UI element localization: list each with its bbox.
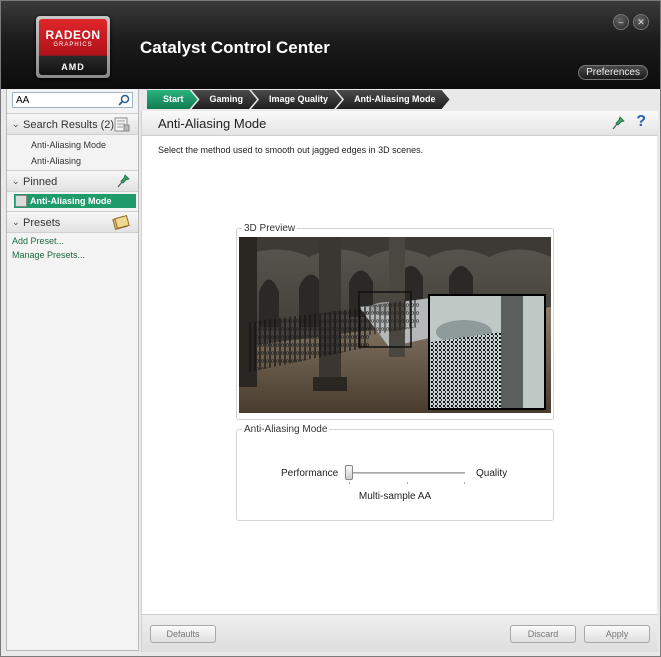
apply-button[interactable]: Apply: [584, 625, 650, 643]
preview-group: 3D Preview: [236, 223, 554, 420]
sidebar: ⌄ Search Results (2) Anti-Aliasing Mode …: [6, 89, 139, 651]
main-content: Anti-Aliasing Mode ? Select the method u…: [141, 111, 658, 652]
manage-presets-link[interactable]: Manage Presets...: [12, 250, 85, 260]
breadcrumb-image-quality[interactable]: Image Quality: [251, 90, 342, 109]
breadcrumb-start[interactable]: Start: [147, 90, 198, 109]
pin-icon[interactable]: [611, 116, 625, 131]
search-result-item[interactable]: Anti-Aliasing: [31, 156, 81, 166]
aa-group-label: Anti-Aliasing Mode: [242, 424, 330, 435]
pinned-label: Pinned: [23, 176, 58, 188]
chevron-down-icon: ⌄: [12, 176, 20, 186]
pin-icon: [117, 174, 130, 188]
monitor-icon: [15, 195, 27, 207]
3d-preview-image: [239, 237, 551, 413]
search-box[interactable]: [12, 92, 133, 108]
pinned-item-label: Anti-Aliasing Mode: [30, 196, 112, 206]
help-icon[interactable]: ?: [636, 113, 646, 131]
logo-text-amd: AMD: [61, 62, 85, 72]
page-description: Select the method used to smooth out jag…: [158, 145, 424, 155]
breadcrumb-gaming[interactable]: Gaming: [192, 90, 258, 109]
logo-text-graphics: GRAPHICS: [53, 42, 93, 48]
chevron-down-icon: ⌄: [12, 119, 20, 129]
anti-aliasing-mode-group: Anti-Aliasing Mode Performance Quality M…: [236, 424, 554, 521]
logo-text-radeon: RADEON: [45, 28, 101, 42]
chevron-down-icon: ⌄: [12, 217, 20, 227]
page-title: Anti-Aliasing Mode: [158, 116, 267, 131]
preview-group-label: 3D Preview: [242, 223, 298, 234]
pinned-header[interactable]: ⌄ Pinned: [7, 170, 138, 192]
preferences-button[interactable]: Preferences: [578, 65, 648, 80]
app-window: RADEON GRAPHICS AMD Catalyst Control Cen…: [0, 0, 661, 657]
search-result-item[interactable]: Anti-Aliasing Mode: [31, 140, 106, 150]
breadcrumb-anti-aliasing-mode[interactable]: Anti-Aliasing Mode: [336, 90, 450, 109]
discard-button[interactable]: Discard: [510, 625, 576, 643]
search-results-header[interactable]: ⌄ Search Results (2): [7, 113, 138, 135]
footer-bar: Defaults Discard Apply: [142, 614, 658, 652]
slider-tick: [407, 482, 408, 484]
search-results-label: Search Results (2): [23, 119, 115, 131]
radeon-logo: RADEON GRAPHICS AMD: [36, 16, 110, 78]
close-button[interactable]: ✕: [633, 14, 649, 30]
slider-track[interactable]: [347, 472, 465, 474]
search-icon[interactable]: [118, 94, 130, 106]
slider-tick: [349, 482, 350, 484]
search-input[interactable]: [13, 93, 113, 107]
presets-header[interactable]: ⌄ Presets: [7, 211, 138, 233]
content-header: Anti-Aliasing Mode ?: [142, 111, 658, 136]
slider-thumb[interactable]: [345, 465, 353, 480]
breadcrumb: Start Gaming Image Quality Anti-Aliasing…: [147, 90, 444, 109]
app-header: RADEON GRAPHICS AMD Catalyst Control Cen…: [1, 1, 660, 89]
add-preset-link[interactable]: Add Preset...: [12, 236, 64, 246]
pinned-item-anti-aliasing-mode[interactable]: Anti-Aliasing Mode: [14, 194, 136, 208]
document-icon: [114, 117, 130, 132]
presets-icon: [112, 215, 130, 230]
slider-min-label: Performance: [281, 468, 339, 479]
slider-value-label: Multi-sample AA: [358, 491, 432, 502]
slider-max-label: Quality: [476, 468, 508, 479]
presets-label: Presets: [23, 217, 61, 229]
app-title: Catalyst Control Center: [140, 38, 330, 57]
defaults-button[interactable]: Defaults: [150, 625, 216, 643]
slider-tick: [464, 482, 465, 484]
minimize-button[interactable]: –: [613, 14, 629, 30]
